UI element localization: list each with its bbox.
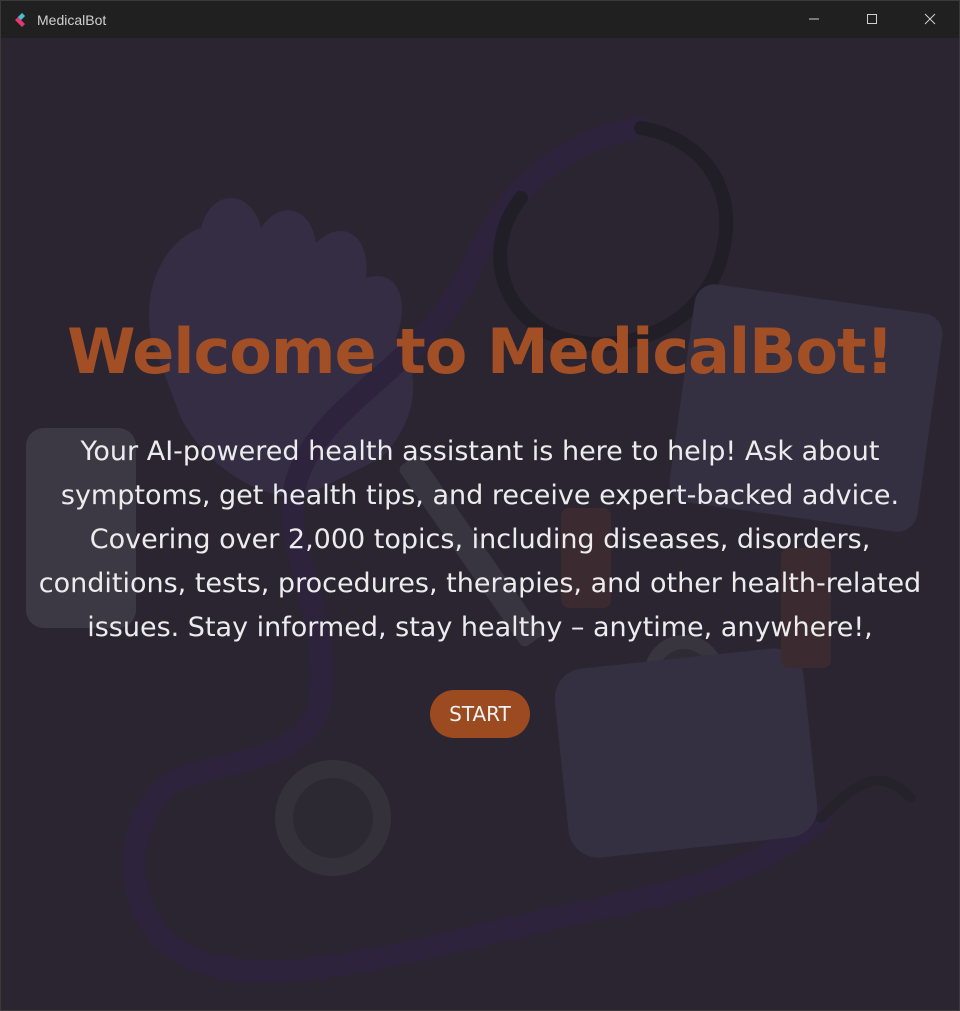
maximize-button[interactable]	[843, 1, 901, 38]
welcome-screen: Welcome to MedicalBot! Your AI-powered h…	[1, 38, 959, 1010]
welcome-description: Your AI-powered health assistant is here…	[38, 436, 922, 644]
minimize-button[interactable]	[785, 1, 843, 38]
window-controls	[785, 1, 959, 38]
close-icon	[924, 10, 936, 29]
start-button[interactable]: START	[430, 690, 530, 739]
maximize-icon	[866, 10, 878, 29]
app-window: MedicalBot Welcome to MedicalBot! Your A…	[0, 0, 960, 1011]
window-title: MedicalBot	[37, 11, 107, 28]
title-bar[interactable]: MedicalBot	[1, 1, 959, 38]
close-button[interactable]	[901, 1, 959, 38]
welcome-title: Welcome to MedicalBot!	[67, 315, 894, 388]
minimize-icon	[808, 10, 820, 29]
medicalbot-logo-icon	[13, 12, 29, 28]
hero-section: Welcome to MedicalBot! Your AI-powered h…	[1, 315, 959, 739]
